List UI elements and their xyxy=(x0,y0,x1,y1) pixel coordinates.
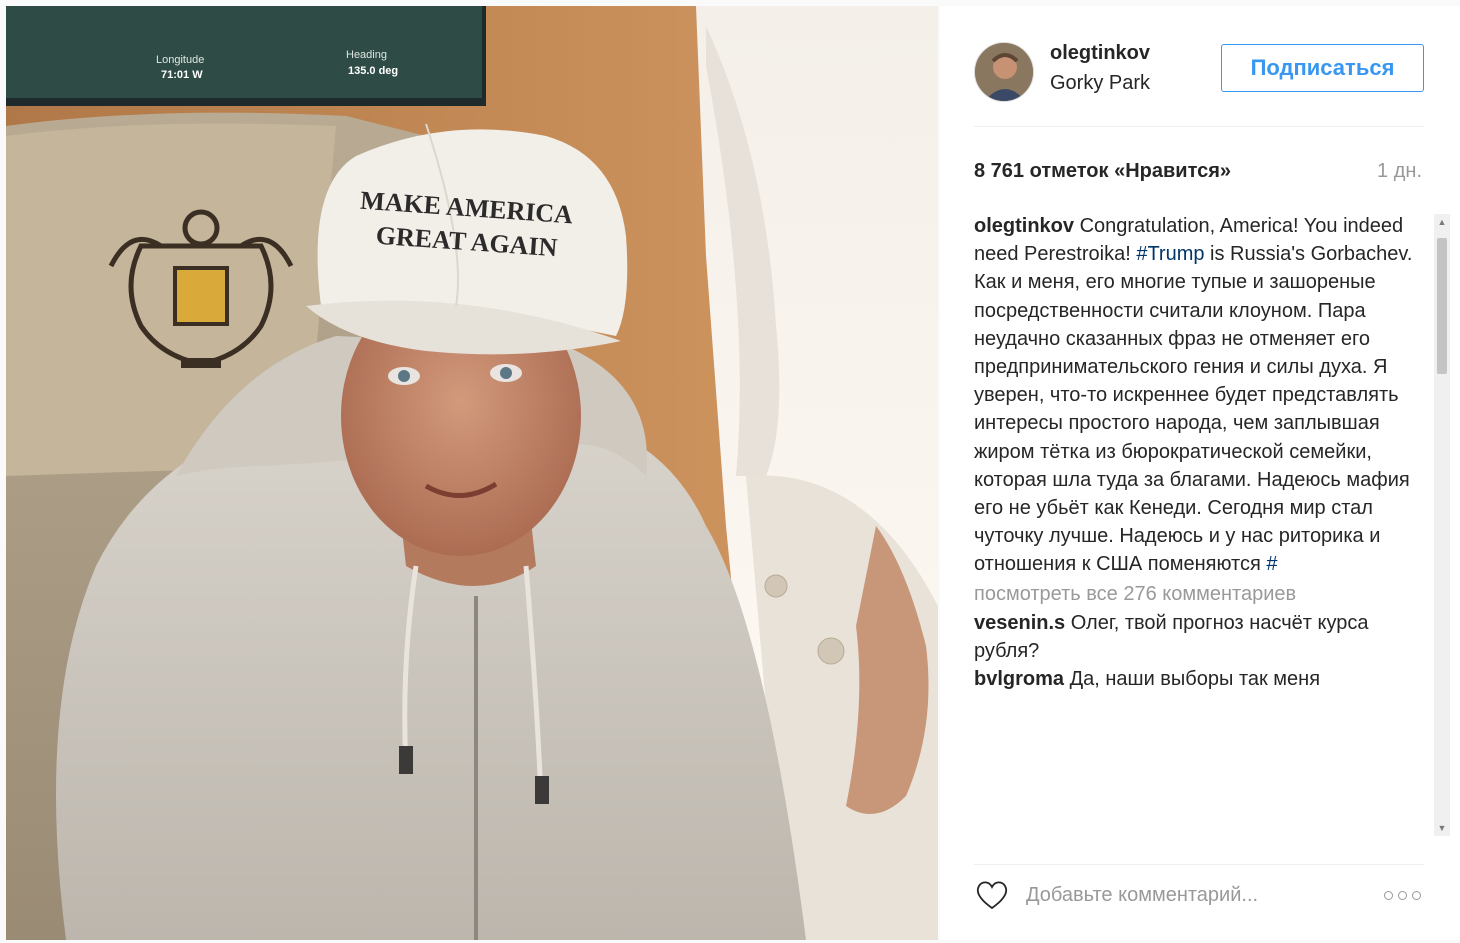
post-username[interactable]: olegtinkov xyxy=(1050,42,1150,65)
post-photo[interactable]: Longitude 71:01 W Heading 135.0 deg MAKE… xyxy=(6,6,938,940)
post-caption: olegtinkov Congratulation, America! You … xyxy=(974,212,1429,579)
instagram-post: Longitude 71:01 W Heading 135.0 deg MAKE… xyxy=(0,0,1460,943)
monitor-value-left: 71:01 W xyxy=(161,69,203,81)
comments-scrollbar[interactable]: ▲ ▼ xyxy=(1434,214,1450,836)
follow-button[interactable]: Подписаться xyxy=(1221,44,1424,92)
likes-count[interactable]: 8 761 отметок «Нравится» xyxy=(974,160,1231,183)
post-time[interactable]: 1 дн. xyxy=(1377,160,1422,183)
add-comment-input[interactable] xyxy=(1026,877,1356,913)
more-dot-icon xyxy=(1398,890,1407,900)
monitor-value-right: 135.0 deg xyxy=(348,65,398,77)
more-dot-icon xyxy=(1384,890,1393,900)
comment-username[interactable]: bvlgroma xyxy=(974,668,1064,690)
scroll-up-arrow-icon[interactable]: ▲ xyxy=(1434,214,1450,230)
post-sidebar: olegtinkov Gorky Park Подписаться 8 761 … xyxy=(940,6,1460,940)
monitor-label-left: Longitude xyxy=(156,54,204,66)
comment-username[interactable]: vesenin.s xyxy=(974,612,1065,634)
caption-username[interactable]: olegtinkov xyxy=(974,215,1074,237)
more-options-icon[interactable] xyxy=(1384,883,1424,907)
more-dot-icon xyxy=(1412,890,1421,900)
photo-illustration: Longitude 71:01 W Heading 135.0 deg MAKE… xyxy=(6,6,938,940)
view-all-comments-link[interactable]: посмотреть все 276 комментариев xyxy=(974,580,1429,608)
add-comment-section xyxy=(974,864,1424,913)
hashtag-link[interactable]: #Trump xyxy=(1136,243,1204,265)
comment-item: bvlgroma Да, наши выборы так меня xyxy=(974,665,1429,693)
comments-list[interactable]: olegtinkov Congratulation, America! You … xyxy=(974,212,1429,836)
comment-text: Да, наши выборы так меня xyxy=(1064,668,1321,691)
trailing-hashtag-link[interactable]: # xyxy=(1266,553,1277,575)
caption-text-part2: is Russia's Gorbachev. Как и меня, его м… xyxy=(974,243,1413,576)
comment-item: vesenin.s Олег, твой прогноз насчёт курс… xyxy=(974,609,1429,665)
scroll-down-arrow-icon[interactable]: ▼ xyxy=(1434,820,1450,836)
avatar[interactable] xyxy=(974,42,1034,102)
post-location[interactable]: Gorky Park xyxy=(1050,72,1150,95)
scrollbar-thumb[interactable] xyxy=(1437,238,1447,374)
heart-icon[interactable] xyxy=(974,877,1010,913)
header-divider xyxy=(974,126,1424,127)
avatar-image xyxy=(975,43,1033,101)
monitor-label-right: Heading xyxy=(346,49,387,61)
post-header: olegtinkov Gorky Park Подписаться xyxy=(974,36,1424,108)
